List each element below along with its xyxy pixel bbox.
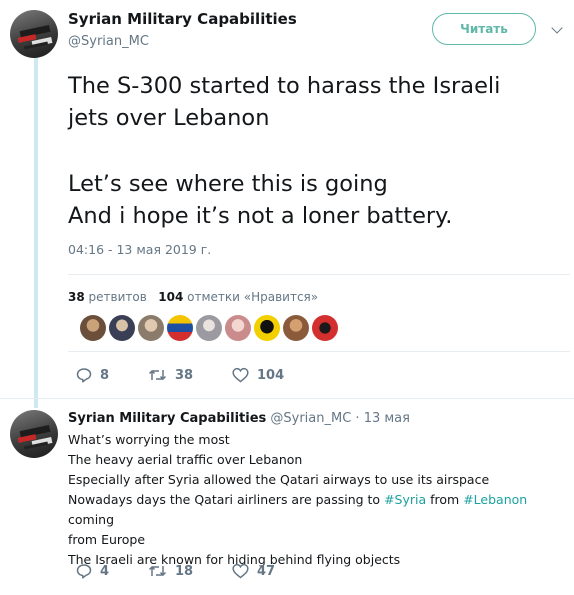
engagement-stats: 38 ретвитов 104 отметки «Нравится» xyxy=(68,290,318,304)
reply-retweet-action[interactable]: 18 xyxy=(148,563,193,579)
likes-stat[interactable]: 104 отметки «Нравится» xyxy=(158,290,318,304)
reply-text-segment: coming xyxy=(68,512,115,527)
retweets-label: ретвитов xyxy=(88,290,147,304)
person-avatar-1[interactable] xyxy=(80,315,106,341)
reply-text-line: from Europe xyxy=(68,532,146,547)
person-avatar-3[interactable] xyxy=(138,315,164,341)
likes-count: 104 xyxy=(158,290,184,304)
tweet-text: The S-300 started to harass the Israeli … xyxy=(68,70,558,232)
reply-header: Syrian Military Capabilities @Syrian_MC … xyxy=(68,411,410,426)
hashtag-lebanon[interactable]: #Lebanon xyxy=(463,492,527,507)
retweet-icon xyxy=(148,369,167,381)
divider xyxy=(68,351,570,352)
red-logo-avatar[interactable] xyxy=(312,315,338,341)
retweets-count: 38 xyxy=(68,290,85,304)
reply-reply-count: 4 xyxy=(100,563,110,579)
thread-connector-line xyxy=(34,56,38,408)
divider xyxy=(68,274,570,275)
person-avatar-5[interactable] xyxy=(196,315,222,341)
mask-avatar[interactable] xyxy=(254,315,280,341)
hashtag-syria[interactable]: #Syria xyxy=(384,492,426,507)
reply-like-count: 47 xyxy=(257,563,276,579)
reply-action[interactable]: 8 xyxy=(76,367,109,383)
reply-author-name[interactable]: Syrian Military Capabilities xyxy=(68,411,266,426)
author-handle[interactable]: @Syrian_MC xyxy=(68,34,149,49)
reply-text-line: Especially after Syria allowed the Qatar… xyxy=(68,472,490,487)
retweet-action[interactable]: 38 xyxy=(148,367,193,383)
reply-text: What’s worrying the most The heavy aeria… xyxy=(68,430,568,570)
divider xyxy=(0,398,574,399)
reply-text-segment: from xyxy=(426,492,464,507)
like-action[interactable]: 104 xyxy=(232,367,284,383)
tweet-text-line: jets over Lebanon xyxy=(68,105,270,131)
reply-text-line: The heavy aerial traffic over Lebanon xyxy=(68,452,303,467)
reply-author-handle[interactable]: @Syrian_MC xyxy=(270,411,351,426)
reply-like-action[interactable]: 47 xyxy=(232,563,275,579)
reply-text-segment: Nowadays days the Qatari airliners are p… xyxy=(68,492,385,507)
reply-count: 8 xyxy=(100,367,110,383)
reply-text-line: The Israeli are known for hiding behind … xyxy=(68,552,401,567)
likes-label: отметки «Нравится» xyxy=(187,290,319,304)
follow-button[interactable]: Читать xyxy=(432,13,536,45)
person-avatar-6[interactable] xyxy=(225,315,251,341)
reply-text-line: Nowadays days the Qatari airliners are p… xyxy=(68,490,568,530)
heart-icon xyxy=(232,367,249,383)
like-count: 104 xyxy=(257,367,285,383)
chevron-down-icon[interactable] xyxy=(551,22,563,34)
tweet-timestamp[interactable]: 04:16 - 13 мая 2019 г. xyxy=(68,242,211,257)
tweet-text-line: Let’s see where this is going xyxy=(68,171,388,197)
reply-text-line: What’s worrying the most xyxy=(68,432,230,447)
heart-icon xyxy=(232,563,249,579)
person-avatar-2[interactable] xyxy=(109,315,135,341)
reply-date[interactable]: 13 мая xyxy=(364,411,410,426)
reply-retweet-count: 18 xyxy=(175,563,194,579)
author-name[interactable]: Syrian Military Capabilities xyxy=(68,10,297,28)
reply-icon xyxy=(76,368,92,383)
retweets-stat[interactable]: 38 ретвитов xyxy=(68,290,147,304)
reply-reply-action[interactable]: 4 xyxy=(76,563,109,579)
tweet-text-line: The S-300 started to harass the Israeli xyxy=(68,73,501,99)
retweet-count: 38 xyxy=(175,367,194,383)
reply-author-avatar[interactable] xyxy=(10,410,58,458)
venezuela-flag-avatar[interactable] xyxy=(167,315,193,341)
reply-icon xyxy=(76,564,92,579)
author-avatar[interactable] xyxy=(10,10,58,58)
tweet-text-line: And i hope it’s not a loner battery. xyxy=(68,203,453,229)
person-avatar-8[interactable] xyxy=(283,315,309,341)
retweet-icon xyxy=(148,565,167,577)
